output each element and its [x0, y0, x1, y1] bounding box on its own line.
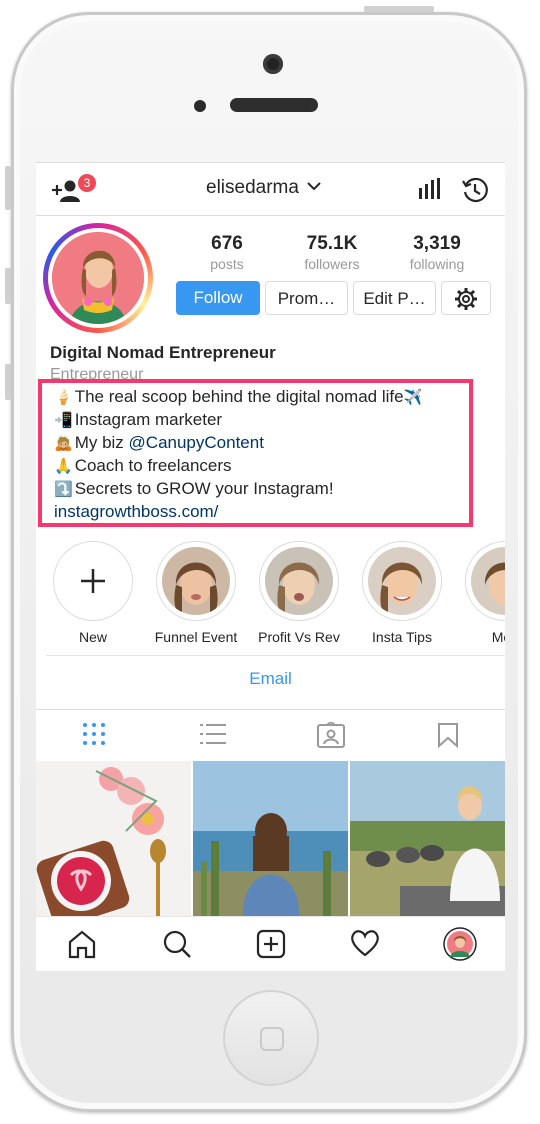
grid-icon[interactable]: [82, 722, 110, 750]
highlight-label: Insta Tips: [372, 629, 432, 645]
highlight-cover: [471, 547, 505, 615]
insights-icon[interactable]: [417, 178, 441, 200]
following-count: 3,319: [413, 233, 461, 254]
tagged-icon[interactable]: [317, 720, 345, 750]
username-switcher[interactable]: elisedarma: [206, 177, 321, 199]
followers-count: 75.1K: [306, 233, 358, 254]
highlight-cover: [162, 547, 230, 615]
stat-posts[interactable]: 676 posts: [182, 233, 272, 272]
bio-website-link[interactable]: instagrowthboss.com/: [54, 502, 218, 522]
plus-icon: [81, 569, 105, 593]
edit-profile-button[interactable]: Edit P…: [353, 281, 436, 315]
home-icon[interactable]: [67, 929, 97, 965]
highlight-label: New: [78, 629, 107, 645]
promote-button[interactable]: Prom…: [265, 281, 348, 315]
list-icon[interactable]: [200, 722, 228, 750]
highlight-cover: [265, 547, 333, 615]
mute-switch: [5, 166, 11, 210]
app-screen: 3 elisedarma 676 posts 75.1K followers 3…: [36, 162, 505, 971]
saved-icon[interactable]: [437, 722, 465, 750]
airplane-icon: ✈️: [403, 389, 423, 406]
highlight-label: Funnel Event: [154, 629, 238, 645]
highlight-insta-tips[interactable]: Insta Tips: [360, 541, 444, 645]
gear-icon: [455, 288, 477, 310]
settings-button[interactable]: [441, 281, 491, 315]
bio-line-3: 🙇🏼 My biz @CanupyContent: [54, 433, 264, 452]
grid-post-ocean[interactable]: [193, 761, 348, 916]
ice-cream-icon: 🍦: [54, 389, 73, 406]
highlight-label: Mex: [491, 629, 505, 645]
grid-post-latte[interactable]: [36, 761, 191, 916]
home-button[interactable]: [223, 990, 319, 1086]
profile-avatar-story-ring[interactable]: [43, 223, 153, 333]
photo-grid: [36, 761, 505, 916]
archive-clock-icon[interactable]: [461, 176, 489, 204]
profile-photo: [52, 232, 144, 324]
new-post-icon[interactable]: [256, 929, 286, 959]
bio-line-4: 🙏 Coach to freelancers: [54, 456, 232, 475]
profile-tabs: [36, 709, 505, 762]
following-label: following: [409, 256, 465, 272]
arrow-down-icon: ⤵️: [54, 481, 73, 498]
divider: [46, 655, 505, 656]
username: elisedarma: [206, 177, 299, 198]
volume-down-button: [5, 364, 11, 400]
email-contact-button[interactable]: Email: [36, 669, 505, 689]
front-camera: [263, 54, 283, 74]
bio-mention-link[interactable]: @CanupyContent: [129, 433, 264, 452]
profile-top-bar: 3 elisedarma: [36, 163, 505, 216]
highlight-label: Profit Vs Rev: [258, 629, 340, 645]
search-icon[interactable]: [162, 929, 192, 959]
highlight-mex[interactable]: Mex: [463, 541, 505, 645]
posts-label: posts: [210, 256, 244, 272]
followers-label: followers: [304, 256, 360, 272]
praying-hands-icon: 🙏: [54, 458, 73, 475]
stat-followers[interactable]: 75.1K followers: [287, 233, 377, 272]
activity-icon[interactable]: [350, 929, 380, 959]
bio-line-1: 🍦 The real scoop behind the digital nomad…: [54, 387, 423, 406]
volume-up-button: [5, 268, 11, 304]
highlight-profit-vs-rev[interactable]: Profit Vs Rev: [257, 541, 341, 645]
bottom-navigation: [36, 916, 505, 971]
profile-display-name: Digital Nomad Entrepreneur: [50, 343, 276, 362]
grid-post-safari[interactable]: [350, 761, 505, 916]
phone-arrow-icon: 📲: [54, 412, 73, 429]
chevron-down-icon: [307, 182, 321, 191]
posts-count: 676: [211, 233, 243, 254]
profile-avatar[interactable]: [443, 927, 477, 961]
follow-button[interactable]: Follow: [176, 281, 260, 315]
earpiece-speaker: [230, 98, 318, 112]
power-button: [364, 6, 434, 12]
bowing-person-icon: 🙇🏼: [54, 435, 73, 452]
stat-following[interactable]: 3,319 following: [392, 233, 482, 272]
bio-highlight-box: 🍦 The real scoop behind the digital nomad…: [38, 379, 473, 527]
highlight-funnel-event[interactable]: Funnel Event: [154, 541, 238, 645]
proximity-sensor: [194, 100, 206, 112]
notification-badge: 3: [78, 174, 96, 192]
bio-line-5: ⤵️ Secrets to GROW your Instagram!: [54, 479, 334, 498]
bio-line-2: 📲 Instagram marketer: [54, 410, 223, 429]
highlight-cover: [368, 547, 436, 615]
highlight-new[interactable]: New: [51, 541, 135, 645]
